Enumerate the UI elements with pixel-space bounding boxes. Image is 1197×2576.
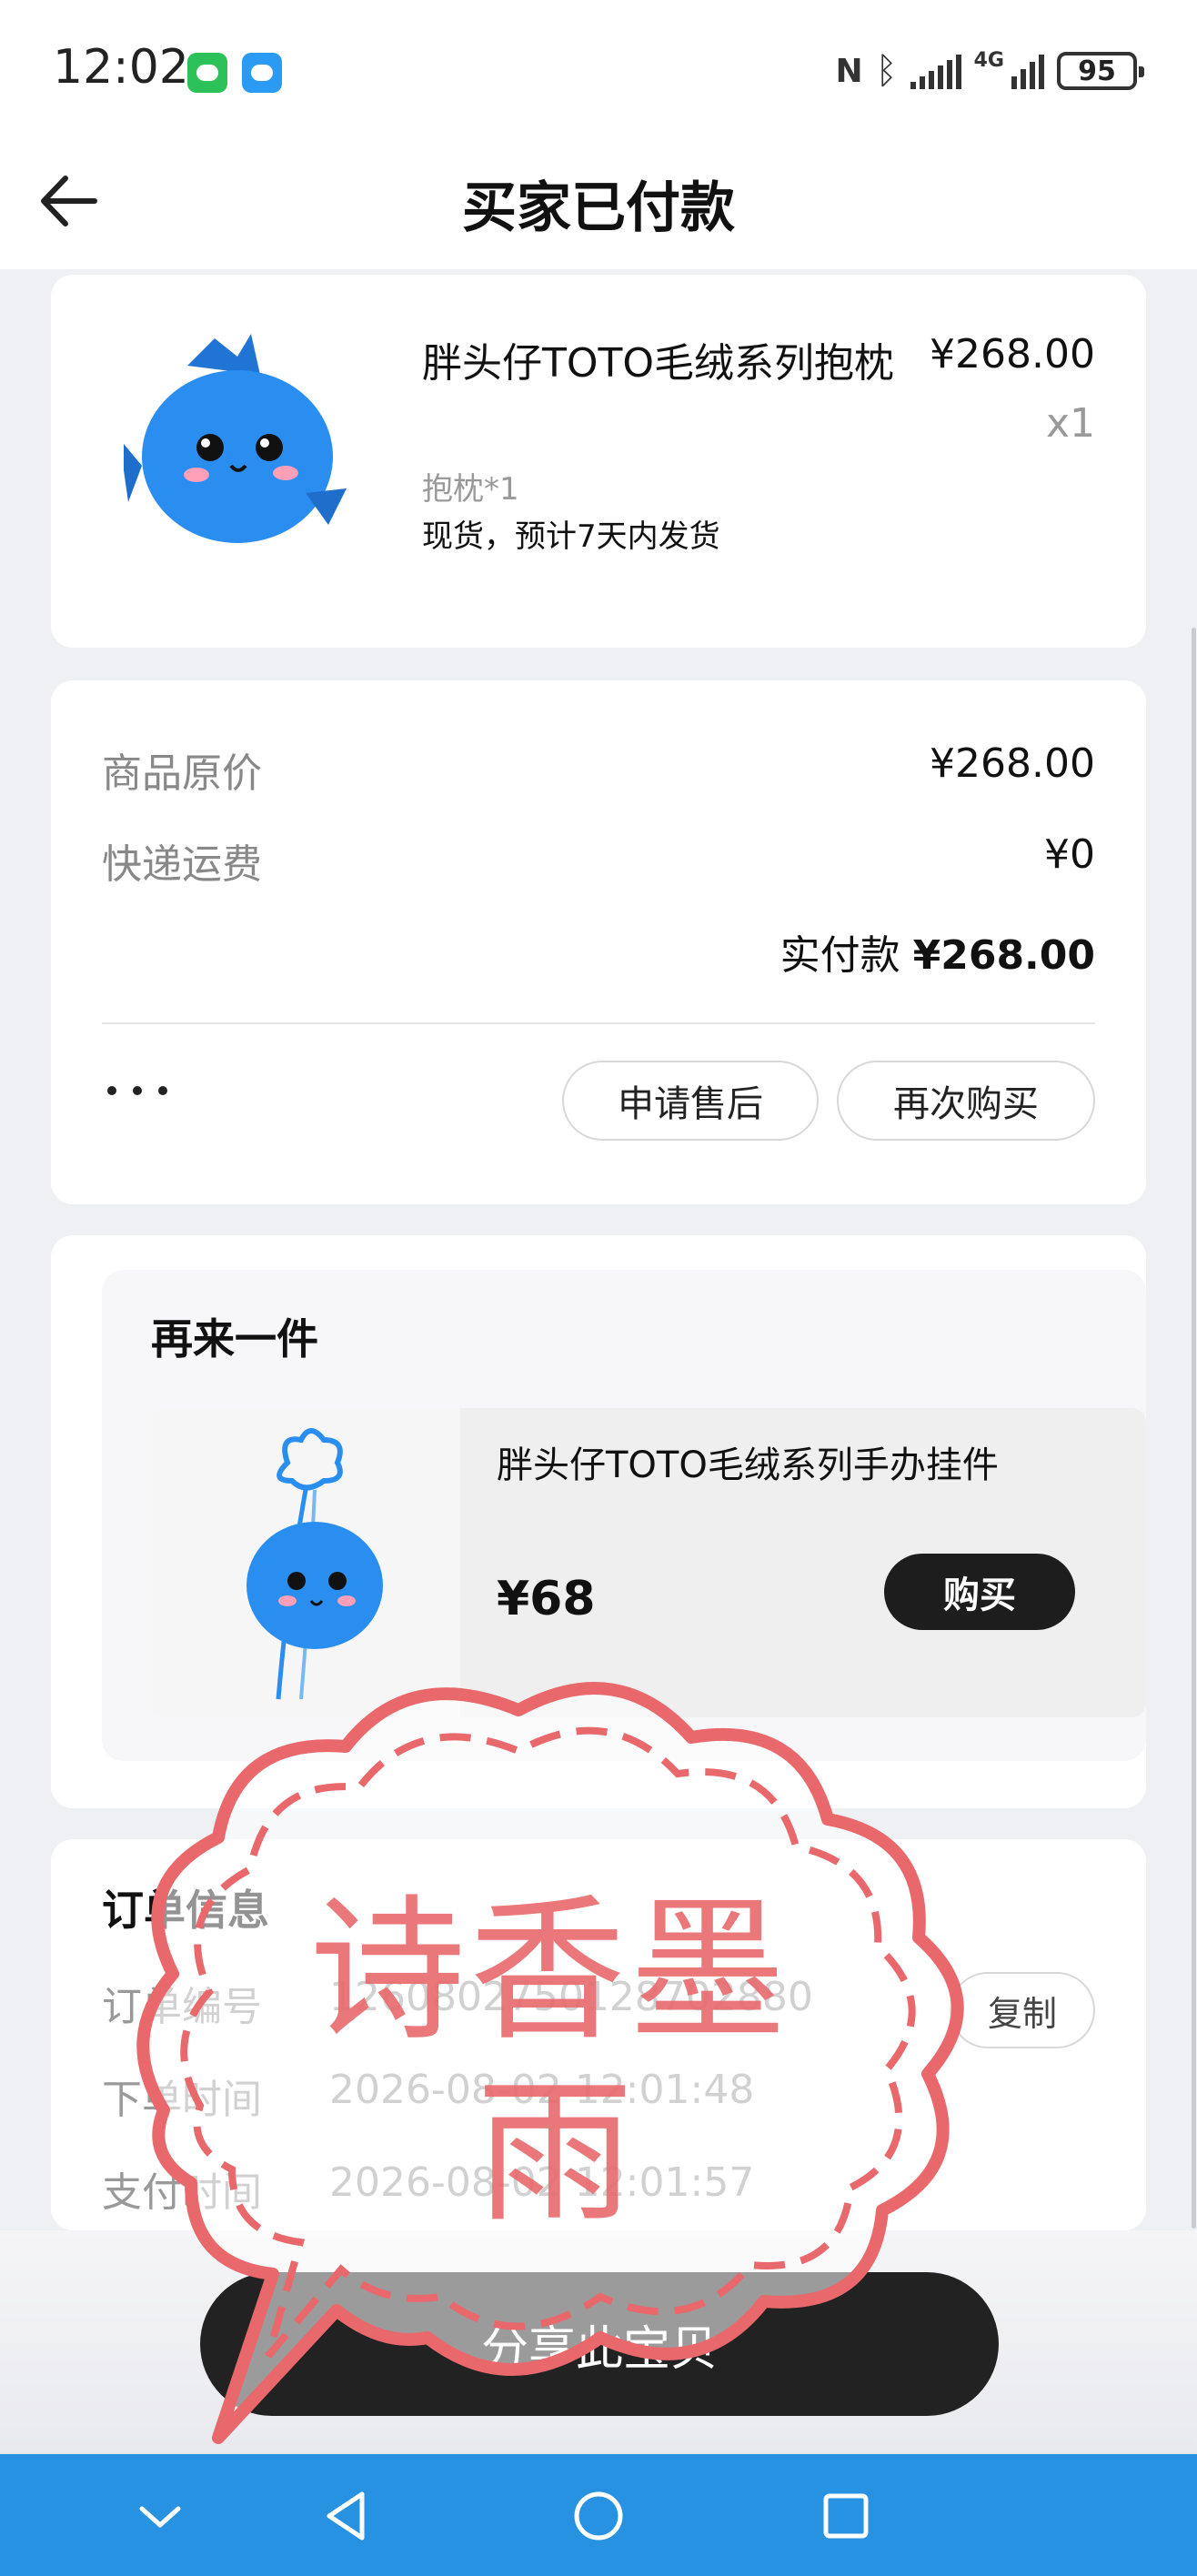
- more-options-icon[interactable]: [107, 1086, 167, 1095]
- status-time: 12:02: [53, 40, 189, 95]
- system-icons: N ᛒ 4G 95: [835, 49, 1144, 93]
- product-price: ¥268.00: [930, 331, 1095, 377]
- recommend-item-name: 胖头仔TOTO毛绒系列手办挂件: [497, 1444, 999, 1486]
- battery-level: 95: [1078, 55, 1116, 87]
- product-image: [124, 334, 347, 543]
- order-info-title: 订单信息: [102, 1886, 269, 1935]
- bluetooth-icon: ᛒ: [875, 50, 898, 92]
- message-notification-icon: [242, 53, 282, 93]
- page-header: 买家已付款: [0, 136, 1197, 269]
- payment-time-label: 支付时间: [102, 2169, 262, 2216]
- paid-value: ¥268.00: [912, 932, 1095, 979]
- divider: [102, 1022, 1095, 1024]
- back-icon[interactable]: [318, 2487, 377, 2545]
- recommend-item-price: ¥68: [497, 1572, 596, 1626]
- shipping-fee-value: ¥0: [1044, 831, 1095, 878]
- recommend-card: 再来一件 胖头仔TOTO毛绒系列手办挂件 ¥68 购买: [51, 1235, 1146, 1808]
- watermark-text-line2: 雨: [477, 2061, 633, 2244]
- system-nav-bar: [0, 2454, 1197, 2576]
- rebuy-button[interactable]: 再次购买: [837, 1061, 1095, 1141]
- signal-icon-2: [1011, 53, 1044, 89]
- home-icon[interactable]: [569, 2487, 628, 2545]
- scrollbar[interactable]: [1192, 628, 1196, 2229]
- paid-label: 实付款: [780, 932, 900, 979]
- order-time-label: 下单时间: [102, 2077, 262, 2123]
- recommend-item[interactable]: 胖头仔TOTO毛绒系列手办挂件 ¥68 购买: [151, 1408, 1146, 1717]
- page-title: 买家已付款: [462, 176, 735, 240]
- price-summary-card: 商品原价 ¥268.00 快递运费 ¥0 实付款 ¥268.00 申请售后 再次…: [51, 680, 1146, 1204]
- nfc-icon: N: [835, 52, 863, 90]
- status-bar: 12:02 N ᛒ 4G 95: [0, 0, 1197, 136]
- product-shipping: 现货，预计7天内发货: [422, 518, 720, 555]
- shipping-fee-label: 快递运费: [102, 841, 262, 888]
- battery-icon: 95: [1057, 52, 1144, 90]
- product-spec: 抱枕*1: [422, 471, 519, 508]
- copy-button[interactable]: 复制: [950, 1972, 1095, 2048]
- product-card[interactable]: 胖头仔TOTO毛绒系列抱枕 ¥268.00 x1 抱枕*1 现货，预计7天内发货: [51, 275, 1146, 648]
- recommend-panel: 再来一件 胖头仔TOTO毛绒系列手办挂件 ¥68 购买: [102, 1270, 1146, 1761]
- product-name: 胖头仔TOTO毛绒系列抱枕: [422, 340, 895, 387]
- after-sale-button[interactable]: 申请售后: [562, 1061, 819, 1141]
- share-button[interactable]: 分享此宝贝: [200, 2272, 999, 2416]
- hide-keyboard-icon[interactable]: [131, 2487, 189, 2545]
- order-number-label: 订单编号: [102, 1984, 262, 2030]
- product-quantity: x1: [1045, 400, 1095, 447]
- wechat-notification-icon: [187, 53, 227, 93]
- recommend-title: 再来一件: [151, 1314, 318, 1363]
- network-type: 4G: [973, 49, 1004, 72]
- signal-icon: [910, 53, 961, 89]
- paid-amount: 实付款 ¥268.00: [780, 922, 1095, 981]
- recents-icon[interactable]: [817, 2487, 875, 2545]
- recommend-item-image: [151, 1408, 460, 1717]
- bottom-action-bar: 分享此宝贝: [0, 2230, 1197, 2454]
- original-price-value: ¥268.00: [930, 740, 1095, 787]
- buy-button[interactable]: 购买: [884, 1554, 1075, 1630]
- original-price-label: 商品原价: [102, 750, 262, 797]
